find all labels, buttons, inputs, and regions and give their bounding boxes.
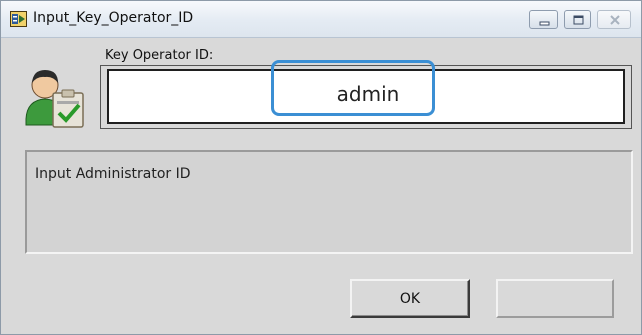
ok-button[interactable]: OK <box>350 279 470 318</box>
message-text: Input Administrator ID <box>35 166 191 182</box>
window-title: Input_Key_Operator_ID <box>33 10 194 26</box>
maximize-icon <box>573 15 584 25</box>
blank-button[interactable] <box>496 279 614 318</box>
labview-app-icon <box>10 11 27 27</box>
minimize-button[interactable] <box>529 10 558 29</box>
dialog-window: Input_Key_Operator_ID Key Operator ID: a… <box>0 0 642 335</box>
minimize-icon <box>539 21 550 26</box>
close-button[interactable] <box>597 10 631 29</box>
focus-highlight <box>271 60 435 116</box>
operator-clipboard-icon <box>25 70 84 128</box>
message-box: Input Administrator ID <box>25 150 633 254</box>
ok-button-label: OK <box>399 291 421 307</box>
close-icon <box>610 15 620 25</box>
key-operator-id-label: Key Operator ID: <box>105 48 214 63</box>
title-bar[interactable]: Input_Key_Operator_ID <box>1 1 641 38</box>
maximize-button[interactable] <box>564 10 591 29</box>
